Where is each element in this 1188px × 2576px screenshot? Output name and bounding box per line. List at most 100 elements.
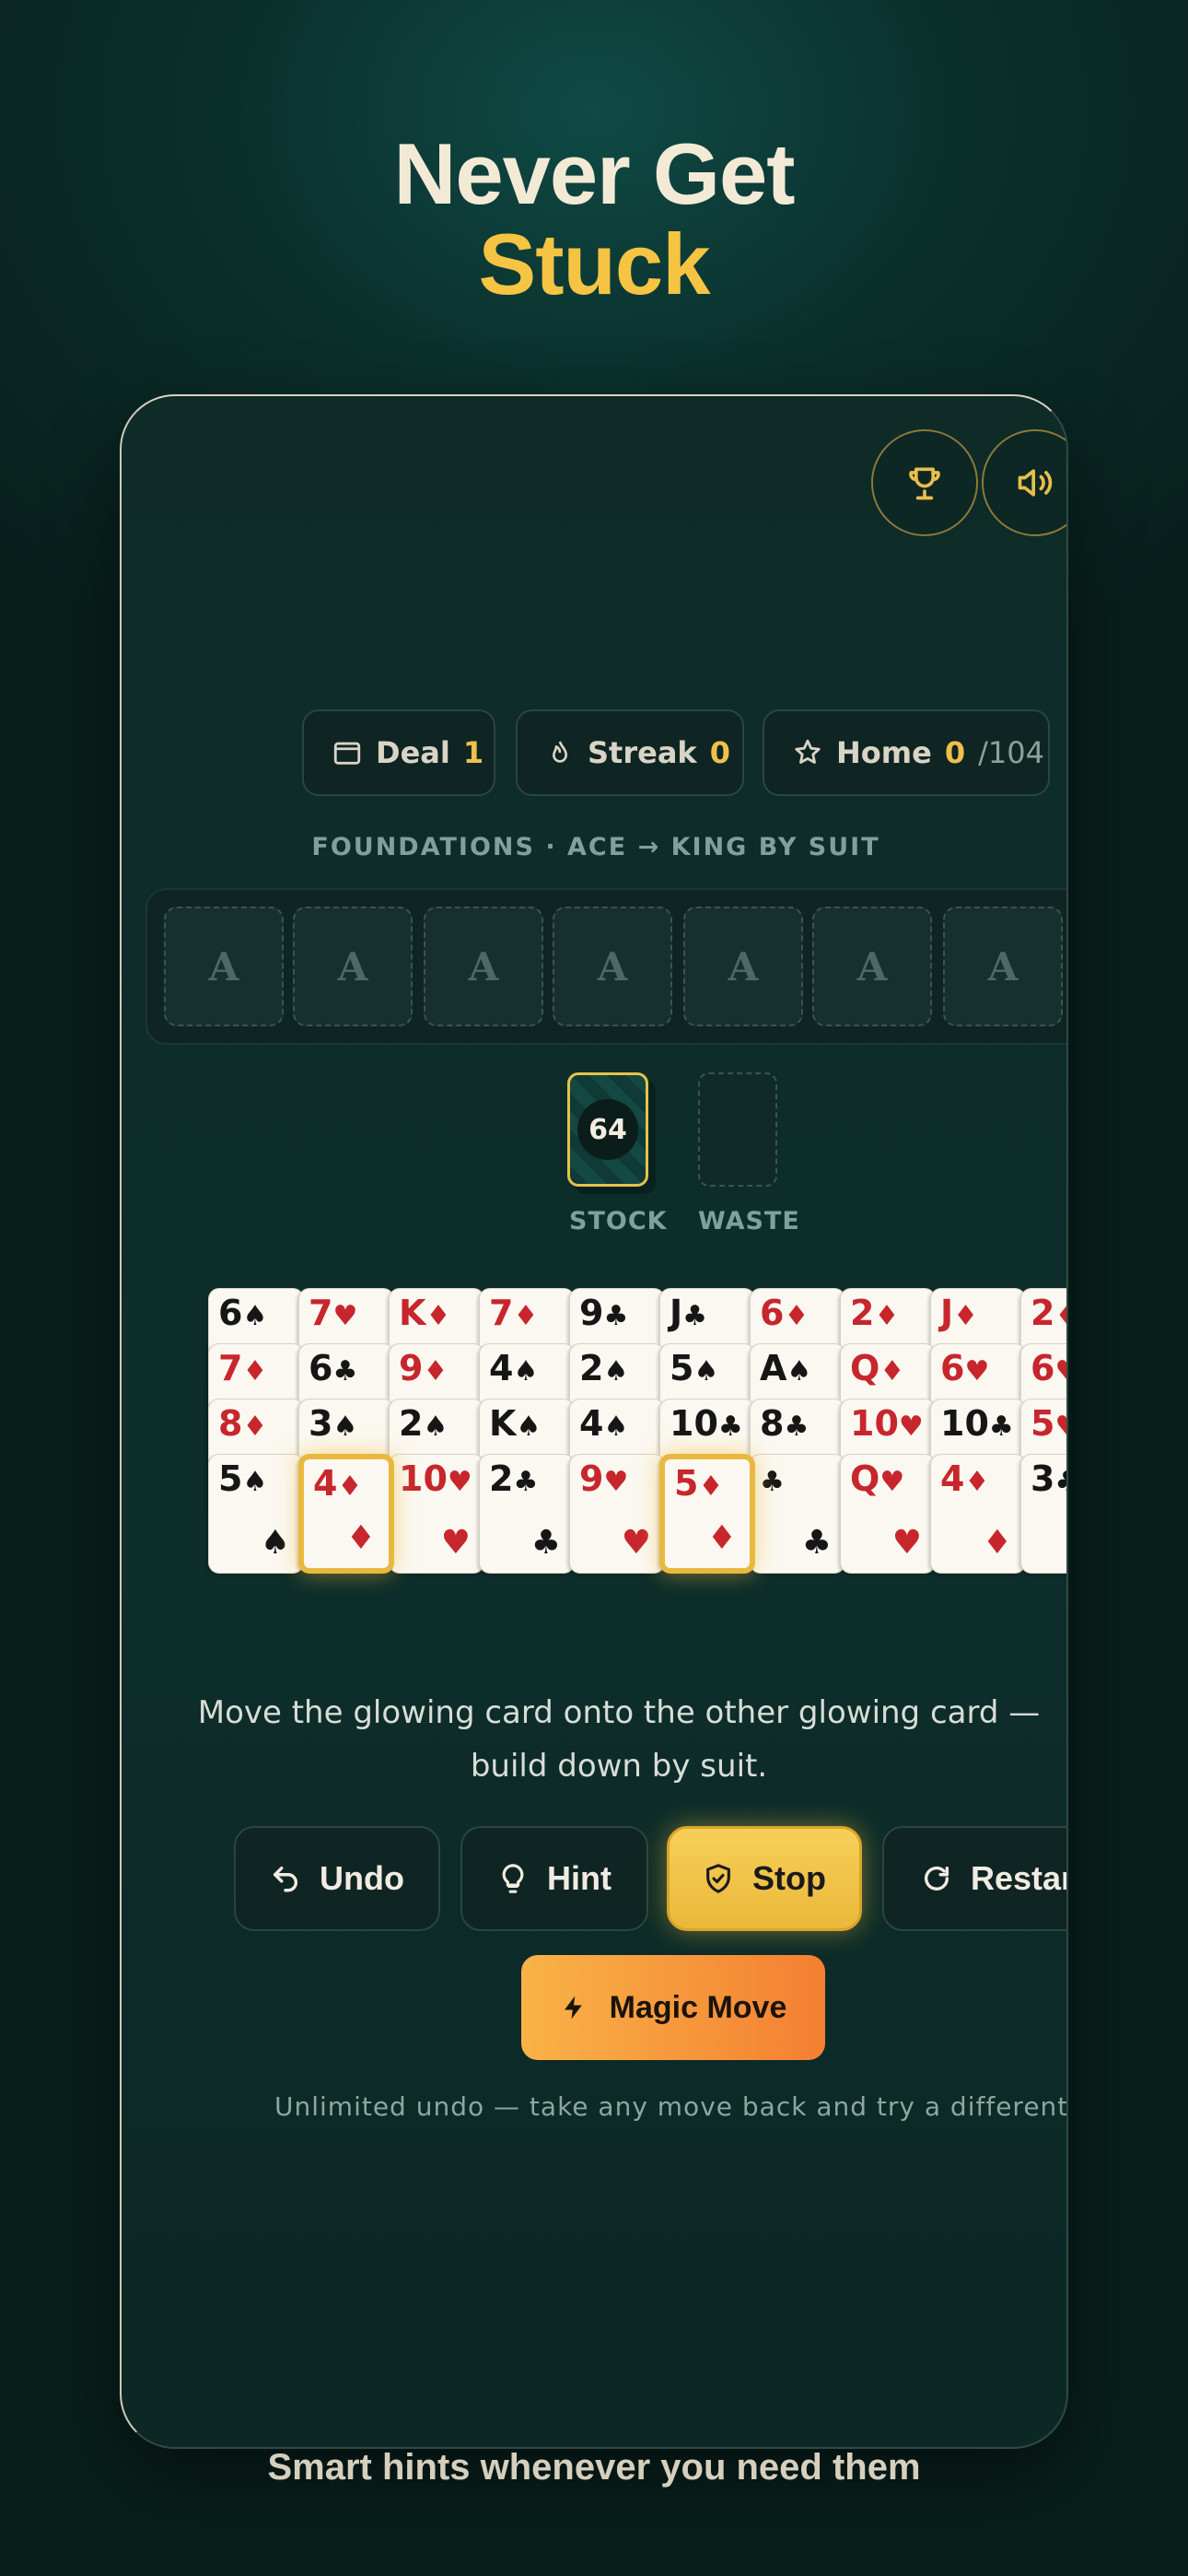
undo-label: Undo bbox=[320, 1859, 404, 1897]
playing-card[interactable]: 4♦ ♦ bbox=[930, 1454, 1026, 1574]
hint-button[interactable]: Hint bbox=[460, 1826, 648, 1931]
undo-button[interactable]: Undo bbox=[234, 1826, 440, 1931]
card-suit: ♣ bbox=[784, 1411, 809, 1443]
streak-label: Streak bbox=[588, 735, 697, 770]
card-suit: ♦ bbox=[874, 1300, 900, 1332]
card-rank: 6♥ bbox=[1031, 1346, 1066, 1394]
card-rank: Q♦ bbox=[850, 1348, 905, 1388]
card-suit: ♦ bbox=[698, 1470, 724, 1503]
foundations-label: FOUNDATIONS · ACE → KING BY SUIT bbox=[311, 833, 880, 861]
card-suit: ♠ bbox=[242, 1466, 268, 1498]
card-rank: 7♦ bbox=[218, 1348, 268, 1388]
hint-message: Move the glowing card onto the other glo… bbox=[197, 1694, 1041, 1785]
streak-counter: Streak 0 bbox=[516, 709, 744, 796]
foundation-slot[interactable]: A bbox=[553, 907, 672, 1026]
playing-card[interactable]: 10♥ ♥ bbox=[389, 1454, 484, 1574]
card-suit: ♣ bbox=[760, 1466, 785, 1498]
card-pip: ♣ bbox=[530, 1524, 561, 1562]
foundation-slot[interactable]: A bbox=[812, 907, 932, 1026]
foundation-slot[interactable]: A bbox=[943, 907, 1063, 1026]
card-suit: ♥ bbox=[1054, 1355, 1066, 1388]
restart-button[interactable]: Restart bbox=[882, 1826, 1066, 1931]
shield-check-icon bbox=[703, 1863, 734, 1894]
stock-pile[interactable]: 64 bbox=[567, 1072, 648, 1187]
highlighted-card[interactable]: 5♦ ♦ bbox=[659, 1454, 755, 1574]
card-suit: ♠ bbox=[332, 1411, 358, 1443]
card-suit: ♣ bbox=[1054, 1466, 1066, 1498]
playing-card[interactable]: 9♥ ♥ bbox=[569, 1454, 665, 1574]
card-rank: 4♠ bbox=[579, 1403, 629, 1444]
card-rank: 7♥ bbox=[309, 1293, 358, 1333]
playing-card[interactable]: 3♣♣ bbox=[1020, 1454, 1066, 1574]
stock-count: 64 bbox=[577, 1099, 638, 1160]
deal-counter: Deal 1 bbox=[302, 709, 495, 796]
achievements-button[interactable] bbox=[871, 429, 978, 536]
playing-card[interactable]: 5♠ ♠ bbox=[208, 1454, 304, 1574]
card-rank: 2♦ bbox=[850, 1293, 900, 1333]
card-suit: ♣ bbox=[603, 1300, 629, 1332]
foundation-slot[interactable]: A bbox=[293, 907, 413, 1026]
headline-line-1: Never Get bbox=[393, 125, 795, 222]
card-pip: ♥ bbox=[621, 1524, 651, 1562]
playing-card[interactable]: ♣ ♣ bbox=[750, 1454, 845, 1574]
foundation-slot[interactable]: A bbox=[683, 907, 803, 1026]
card-suit: ♥ bbox=[879, 1466, 905, 1498]
card-rank: 7♦ bbox=[489, 1293, 539, 1333]
restart-icon bbox=[921, 1863, 952, 1894]
magic-move-button[interactable]: Magic Move bbox=[521, 1955, 825, 2060]
sound-button[interactable] bbox=[982, 429, 1066, 536]
card-rank: K♠ bbox=[489, 1403, 542, 1444]
card-suit: ♠ bbox=[603, 1355, 629, 1388]
caption: Smart hints whenever you need them bbox=[267, 2447, 921, 2488]
flame-icon bbox=[545, 737, 575, 768]
card-rank: 6♥ bbox=[940, 1348, 990, 1388]
card-suit: ♠ bbox=[513, 1355, 539, 1388]
card-rank: 6♠ bbox=[218, 1293, 268, 1333]
headline-line-2: Stuck bbox=[478, 216, 711, 312]
deal-value: 1 bbox=[462, 735, 484, 770]
card-rank: 10♥ bbox=[850, 1403, 924, 1444]
card-suit: ♠ bbox=[693, 1355, 719, 1388]
card-rank: 6♣ bbox=[309, 1348, 358, 1388]
headline: Never Get Stuck bbox=[0, 129, 1188, 310]
card-rank: 4♦ bbox=[940, 1458, 990, 1499]
foundation-slot[interactable]: A bbox=[424, 907, 543, 1026]
undo-icon bbox=[270, 1863, 301, 1894]
card-rank: 10♣ bbox=[670, 1403, 743, 1444]
restart-label: Restart bbox=[971, 1859, 1066, 1897]
card-rank: K♦ bbox=[399, 1293, 451, 1333]
card-rank: Q♥ bbox=[850, 1458, 905, 1499]
card-suit: ♠ bbox=[242, 1300, 268, 1332]
card-pip: ♥ bbox=[891, 1524, 922, 1562]
card-rank: 5♠ bbox=[218, 1458, 268, 1499]
hint-label: Hint bbox=[547, 1859, 611, 1897]
card-pip: ♥ bbox=[440, 1524, 471, 1562]
stop-button[interactable]: Stop bbox=[667, 1826, 862, 1931]
foundation-slot[interactable]: A bbox=[164, 907, 284, 1026]
card-rank: 5♥ bbox=[1031, 1401, 1066, 1449]
card-suit: ♥ bbox=[964, 1355, 990, 1388]
playing-card[interactable]: Q♥ ♥ bbox=[840, 1454, 936, 1574]
foundations-tray: A A A A A A A bbox=[146, 888, 1066, 1045]
card-icon bbox=[332, 737, 363, 768]
lightbulb-icon bbox=[497, 1863, 529, 1894]
card-rank: 9♦ bbox=[399, 1348, 448, 1388]
phone-frame: Deal 1 Streak 0 Home 0 /104 FOUNDATIONS … bbox=[120, 394, 1068, 2449]
waste-pile[interactable] bbox=[698, 1072, 777, 1187]
card-suit: ♣ bbox=[717, 1411, 743, 1443]
card-suit: ♠ bbox=[516, 1411, 542, 1443]
card-suit: ♥ bbox=[332, 1300, 358, 1332]
home-label: Home bbox=[836, 735, 932, 770]
undo-footnote: Unlimited undo — take any move back and … bbox=[274, 2091, 1068, 2122]
card-pip: ♣ bbox=[801, 1524, 832, 1562]
stock-label: STOCK bbox=[569, 1207, 668, 1235]
playing-card[interactable]: 2♣ ♣ bbox=[479, 1454, 575, 1574]
card-rank: 2♣ bbox=[489, 1458, 539, 1499]
card-rank: 4♦ bbox=[313, 1463, 363, 1504]
card-rank: 2♠ bbox=[399, 1403, 448, 1444]
trophy-icon bbox=[904, 463, 945, 503]
streak-value: 0 bbox=[709, 735, 730, 770]
card-suit: ♦ bbox=[337, 1470, 363, 1503]
highlighted-card[interactable]: 4♦ ♦ bbox=[298, 1454, 394, 1574]
card-suit: ♦ bbox=[953, 1300, 979, 1332]
